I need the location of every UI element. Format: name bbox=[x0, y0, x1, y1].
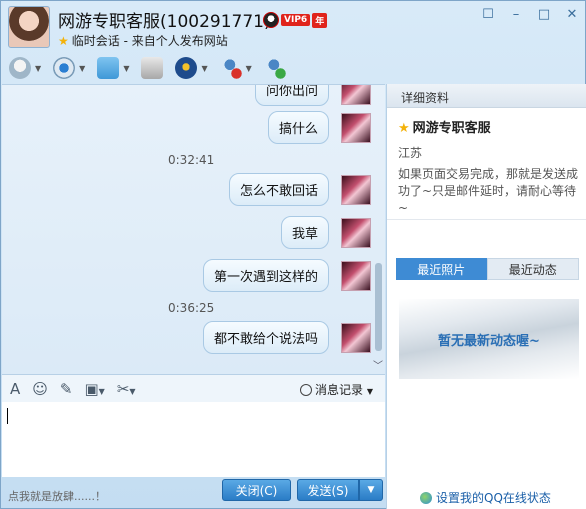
video-call-button[interactable]: ▼ bbox=[53, 57, 85, 79]
panel-tabs: 最近照片 最近动态 bbox=[396, 258, 579, 280]
session-subtitle-text: 临时会话 - 来自个人发布网站 bbox=[71, 34, 228, 48]
voice-call-button[interactable]: ▼ bbox=[9, 57, 41, 79]
remote-desktop-button[interactable] bbox=[141, 57, 164, 79]
scissors-icon[interactable]: ✂▼ bbox=[117, 380, 136, 398]
window-controls: ☐ – □ ✕ bbox=[481, 7, 579, 22]
tab-recent-photos[interactable]: 最近照片 bbox=[396, 258, 487, 280]
chat-message: 我草 bbox=[280, 216, 371, 249]
message-bubble: 搞什么 bbox=[267, 111, 329, 144]
minimize-button[interactable]: – bbox=[509, 7, 523, 22]
message-timestamp: 0:32:41 bbox=[168, 153, 215, 167]
main-toolbar: ▼ ▼ ▼ ▼ ▼ bbox=[1, 53, 586, 83]
send-button[interactable]: 发送(S) bbox=[297, 479, 359, 501]
star-icon: ★ bbox=[398, 121, 410, 136]
message-timestamp: 0:36:25 bbox=[168, 301, 215, 315]
sender-avatar[interactable] bbox=[341, 217, 371, 248]
add-friend-button[interactable] bbox=[263, 57, 286, 79]
chevron-down-icon[interactable]: ▼ bbox=[79, 64, 85, 73]
status-hint[interactable]: 点我就是放肆......！ bbox=[8, 488, 106, 504]
sender-avatar[interactable] bbox=[341, 174, 371, 205]
apps-button[interactable]: ▼ bbox=[175, 57, 208, 79]
chat-message: 都不敢给个说法吗 bbox=[202, 321, 371, 354]
scrollbar-thumb[interactable] bbox=[375, 263, 382, 351]
input-toolbar: A ☺ ✎ ▣▼ ✂▼ 消息记录 ▼ bbox=[2, 374, 385, 402]
skin-button[interactable]: ☐ bbox=[481, 7, 495, 22]
sender-avatar[interactable] bbox=[341, 322, 371, 353]
edit-icon[interactable]: ✎ bbox=[60, 380, 73, 398]
close-button[interactable]: 关闭(C) bbox=[222, 479, 291, 501]
star-icon: ★ bbox=[58, 34, 69, 48]
emoji-icon[interactable]: ☺ bbox=[32, 380, 48, 398]
sender-avatar[interactable] bbox=[341, 260, 371, 291]
chat-message: 怎么不敢回话 bbox=[228, 173, 371, 206]
font-icon[interactable]: A bbox=[10, 380, 20, 398]
close-window-button[interactable]: ✕ bbox=[565, 7, 579, 22]
history-label: 消息记录 bbox=[315, 383, 364, 397]
sender-avatar[interactable] bbox=[341, 112, 371, 143]
profile-name-text: 网游专职客服 bbox=[412, 121, 491, 136]
chevron-down-icon[interactable]: ▼ bbox=[201, 64, 207, 73]
maximize-button[interactable]: □ bbox=[537, 7, 551, 22]
profile-panel: 详细资料 ★ 网游专职客服 江苏 如果页面交易完成，那就是发送成功了~只是邮件延时… bbox=[386, 84, 586, 509]
chat-window: 网游专职客服(100291771) VIP6 年 ★ 临时会话 - 来自个人发布网… bbox=[0, 0, 586, 509]
sender-avatar[interactable] bbox=[341, 85, 371, 105]
chevron-down-icon[interactable]: ▼ bbox=[367, 387, 373, 396]
block-user-button[interactable]: ▼ bbox=[219, 57, 252, 79]
clock-icon bbox=[300, 384, 312, 396]
image-icon[interactable]: ▣▼ bbox=[84, 380, 104, 398]
title-bar: 网游专职客服(100291771) VIP6 年 ★ 临时会话 - 来自个人发布网… bbox=[1, 1, 586, 51]
message-bubble: 我草 bbox=[280, 216, 329, 249]
message-bubble: 第一次遇到这样的 bbox=[202, 259, 329, 292]
send-file-button[interactable]: ▼ bbox=[97, 57, 129, 79]
vip-level: VIP6 bbox=[281, 14, 311, 26]
add-user-icon bbox=[263, 57, 286, 79]
qq-penguin-icon bbox=[263, 12, 279, 28]
session-subtitle: ★ 临时会话 - 来自个人发布网站 bbox=[58, 32, 228, 49]
mic-icon bbox=[9, 57, 31, 79]
message-bubble: 怎么不敢回话 bbox=[228, 173, 329, 206]
send-options-button[interactable]: ▼ bbox=[359, 479, 383, 501]
chevron-down-icon[interactable]: ▼ bbox=[35, 64, 41, 73]
tab-recent-activity[interactable]: 最近动态 bbox=[486, 258, 579, 280]
vip-year: 年 bbox=[312, 12, 328, 28]
app-icon bbox=[175, 57, 198, 79]
remove-user-icon bbox=[219, 57, 242, 79]
chevron-down-icon[interactable]: ▼ bbox=[246, 64, 252, 73]
vip-badge[interactable]: VIP6 年 bbox=[263, 12, 328, 28]
divider bbox=[387, 219, 586, 220]
scroll-down-icon[interactable]: ﹀ bbox=[373, 357, 383, 372]
file-transfer-icon bbox=[97, 57, 120, 79]
screenshot-icon bbox=[141, 57, 164, 79]
profile-description: 如果页面交易完成，那就是发送成功了~只是邮件延时，请耐心等待~ bbox=[398, 167, 579, 215]
message-bubble: 都不敢给个说法吗 bbox=[202, 321, 329, 354]
contact-title: 网游专职客服(100291771) bbox=[58, 12, 271, 32]
contact-avatar[interactable] bbox=[8, 6, 50, 48]
chat-message: 问你出问 bbox=[254, 85, 371, 106]
status-icon bbox=[420, 492, 432, 504]
empty-activity: 暂无最新动态喔~ bbox=[399, 299, 579, 379]
message-bubble: 问你出问 bbox=[254, 85, 329, 106]
text-caret bbox=[7, 408, 8, 424]
set-online-status-text: 设置我的QQ在线状态 bbox=[436, 491, 551, 505]
message-input[interactable] bbox=[2, 402, 385, 477]
chat-message: 第一次遇到这样的 bbox=[202, 259, 371, 292]
profile-name: ★ 网游专职客服 bbox=[398, 117, 491, 136]
chat-message: 搞什么 bbox=[267, 111, 371, 144]
camera-icon bbox=[53, 57, 76, 79]
profile-location: 江苏 bbox=[398, 146, 423, 160]
chevron-down-icon[interactable]: ▼ bbox=[123, 64, 129, 73]
message-history-button[interactable]: 消息记录 ▼ bbox=[300, 381, 373, 398]
chat-history[interactable]: 问你出问 搞什么 0:32:41 怎么不敢回话 我草 第一次遇到这样的 0:36… bbox=[2, 84, 385, 374]
panel-header: 详细资料 bbox=[387, 84, 586, 108]
set-online-status-link[interactable]: 设置我的QQ在线状态 bbox=[420, 489, 551, 506]
